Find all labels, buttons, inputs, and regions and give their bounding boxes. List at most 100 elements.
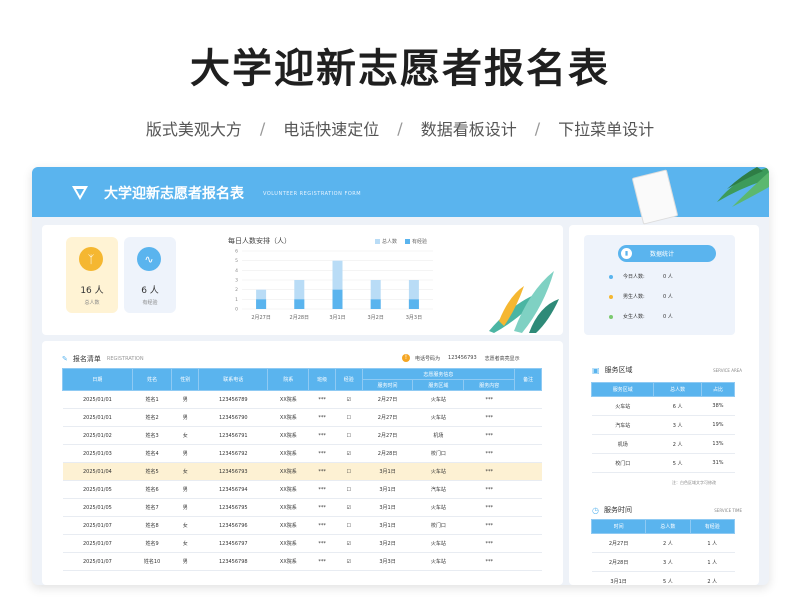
table-cell[interactable]: ☐ bbox=[335, 426, 363, 445]
table-cell[interactable]: 男 bbox=[171, 408, 199, 427]
table-cell[interactable]: 5 人 bbox=[653, 453, 702, 473]
table-cell[interactable]: ☑ bbox=[335, 498, 363, 517]
table-cell[interactable]: XX院系 bbox=[267, 480, 309, 499]
table-cell[interactable]: 3月1日 bbox=[362, 498, 413, 517]
table-cell[interactable]: 2月27日 bbox=[362, 390, 413, 409]
table-cell[interactable]: 2 人 bbox=[645, 533, 691, 553]
table-cell[interactable]: 5 人 bbox=[645, 571, 691, 585]
table-cell[interactable]: 3月1日 bbox=[362, 462, 413, 481]
table-cell[interactable]: 火车站 bbox=[412, 390, 464, 409]
table-cell[interactable]: 火车站 bbox=[412, 498, 464, 517]
table-cell[interactable]: *** bbox=[308, 462, 336, 481]
table-cell[interactable] bbox=[514, 534, 542, 553]
table-cell[interactable]: 男 bbox=[171, 498, 199, 517]
table-cell[interactable] bbox=[514, 444, 542, 463]
table-cell[interactable]: 6 人 bbox=[653, 396, 702, 416]
table-cell[interactable]: 姓名1 bbox=[132, 390, 172, 409]
table-cell[interactable]: 123456789 bbox=[198, 390, 268, 409]
table-row[interactable]: 2025/01/01 姓名2 男 123456790 XX院系 *** ☐ 2月27日 火车站 *… bbox=[62, 408, 542, 427]
table-cell[interactable]: 2月28日 bbox=[362, 444, 413, 463]
table-cell[interactable]: 3月3日 bbox=[362, 552, 413, 571]
table-cell[interactable]: XX院系 bbox=[267, 552, 309, 571]
table-cell[interactable]: 38% bbox=[701, 396, 735, 416]
table-cell[interactable]: *** bbox=[308, 516, 336, 535]
table-row[interactable]: 2025/01/02 姓名3 女 123456791 XX院系 *** ☐ 2月27日 机场 **… bbox=[62, 426, 542, 445]
table-cell[interactable]: XX院系 bbox=[267, 516, 309, 535]
table-cell[interactable]: 3月2日 bbox=[362, 534, 413, 553]
table-cell[interactable]: 2025/01/05 bbox=[62, 498, 133, 517]
table-cell[interactable] bbox=[514, 426, 542, 445]
table-cell[interactable]: *** bbox=[463, 408, 515, 427]
table-cell[interactable]: 校门口 bbox=[412, 516, 464, 535]
table-cell[interactable]: 男 bbox=[171, 444, 199, 463]
table-row[interactable]: 2025/01/07 姓名9 女 123456797 XX院系 *** ☑ 3月2日 火车站 **… bbox=[62, 534, 542, 553]
table-cell[interactable]: 汽车站 bbox=[412, 480, 464, 499]
table-cell[interactable] bbox=[514, 516, 542, 535]
table-cell[interactable]: 校门口 bbox=[412, 444, 464, 463]
table-cell[interactable]: 男 bbox=[171, 552, 199, 571]
table-cell[interactable] bbox=[514, 552, 542, 571]
table-cell[interactable]: 2025/01/03 bbox=[62, 444, 133, 463]
table-cell[interactable]: 2 人 bbox=[690, 571, 735, 585]
table-cell[interactable]: 女 bbox=[171, 462, 199, 481]
table-cell[interactable]: 机场 bbox=[591, 434, 654, 454]
table-cell[interactable]: 火车站 bbox=[591, 396, 654, 416]
table-cell[interactable]: 123456792 bbox=[198, 444, 268, 463]
table-cell[interactable]: 123456794 bbox=[198, 480, 268, 499]
table-cell[interactable]: ☑ bbox=[335, 552, 363, 571]
table-cell[interactable]: 31% bbox=[701, 453, 735, 473]
table-cell[interactable]: ☑ bbox=[335, 444, 363, 463]
table-cell[interactable]: 姓名8 bbox=[132, 516, 172, 535]
table-cell[interactable]: 123456791 bbox=[198, 426, 268, 445]
table-cell[interactable]: *** bbox=[308, 534, 336, 553]
table-cell[interactable]: 男 bbox=[171, 390, 199, 409]
table-cell[interactable]: 校门口 bbox=[591, 453, 654, 473]
table-row[interactable]: 2025/01/05 姓名7 男 123456795 XX院系 *** ☑ 3月1日 火车站 **… bbox=[62, 498, 542, 517]
table-cell[interactable] bbox=[514, 462, 542, 481]
table-cell[interactable]: ☐ bbox=[335, 516, 363, 535]
table-cell[interactable]: 姓名10 bbox=[132, 552, 172, 571]
table-cell[interactable]: 女 bbox=[171, 426, 199, 445]
table-row[interactable]: 2025/01/03 姓名4 男 123456792 XX院系 *** ☑ 2月28日 校门口 *… bbox=[62, 444, 542, 463]
table-cell[interactable]: 123456797 bbox=[198, 534, 268, 553]
table-cell[interactable]: 姓名2 bbox=[132, 408, 172, 427]
table-row[interactable]: 3月1日 5 人2 人 bbox=[591, 571, 735, 585]
table-cell[interactable]: 3月1日 bbox=[362, 480, 413, 499]
table-cell[interactable]: *** bbox=[463, 534, 515, 553]
table-cell[interactable]: 2月27日 bbox=[362, 426, 413, 445]
table-cell[interactable]: 2025/01/05 bbox=[62, 480, 133, 499]
table-cell[interactable]: 19% bbox=[701, 415, 735, 435]
table-row[interactable]: 2025/01/01 姓名1 男 123456789 XX院系 *** ☑ 2月27日 火车站 *… bbox=[62, 390, 542, 409]
table-cell[interactable] bbox=[514, 408, 542, 427]
table-cell[interactable]: 2月27日 bbox=[591, 533, 646, 553]
table-cell[interactable]: 姓名6 bbox=[132, 480, 172, 499]
table-cell[interactable]: 2025/01/07 bbox=[62, 552, 133, 571]
table-row[interactable]: 2月28日 3 人1 人 bbox=[591, 552, 735, 572]
table-cell[interactable]: 2025/01/07 bbox=[62, 516, 133, 535]
table-cell[interactable]: XX院系 bbox=[267, 534, 309, 553]
table-cell[interactable] bbox=[514, 498, 542, 517]
table-row[interactable]: 汽车站 3 人 19% bbox=[591, 415, 735, 435]
table-cell[interactable]: 3 人 bbox=[653, 415, 702, 435]
table-cell[interactable]: 女 bbox=[171, 516, 199, 535]
table-cell[interactable]: 123456793 bbox=[198, 462, 268, 481]
table-cell[interactable]: ☐ bbox=[335, 408, 363, 427]
table-row[interactable]: 机场 2 人 13% bbox=[591, 434, 735, 454]
table-cell[interactable]: XX院系 bbox=[267, 462, 309, 481]
table-cell[interactable]: *** bbox=[463, 390, 515, 409]
table-cell[interactable]: 女 bbox=[171, 534, 199, 553]
table-row[interactable]: 2025/01/07 姓名10 男 123456798 XX院系 *** ☑ 3月3日 火车站 *… bbox=[62, 552, 542, 571]
table-cell[interactable]: 123456795 bbox=[198, 498, 268, 517]
table-cell[interactable]: 2月28日 bbox=[591, 552, 646, 572]
table-cell[interactable]: *** bbox=[463, 516, 515, 535]
table-row[interactable]: 火车站 6 人 38% bbox=[591, 396, 735, 416]
table-cell[interactable]: 3月1日 bbox=[591, 571, 646, 585]
table-cell[interactable]: ☐ bbox=[335, 462, 363, 481]
table-cell[interactable]: 姓名7 bbox=[132, 498, 172, 517]
table-row[interactable]: 2025/01/04 姓名5 女 123456793 XX院系 *** ☐ 3月1日 火车站 **… bbox=[62, 462, 542, 481]
table-cell[interactable]: 火车站 bbox=[412, 534, 464, 553]
table-cell[interactable]: *** bbox=[463, 462, 515, 481]
table-cell[interactable]: 2025/01/01 bbox=[62, 390, 133, 409]
table-cell[interactable]: 2月27日 bbox=[362, 408, 413, 427]
table-cell[interactable]: 2 人 bbox=[653, 434, 702, 454]
